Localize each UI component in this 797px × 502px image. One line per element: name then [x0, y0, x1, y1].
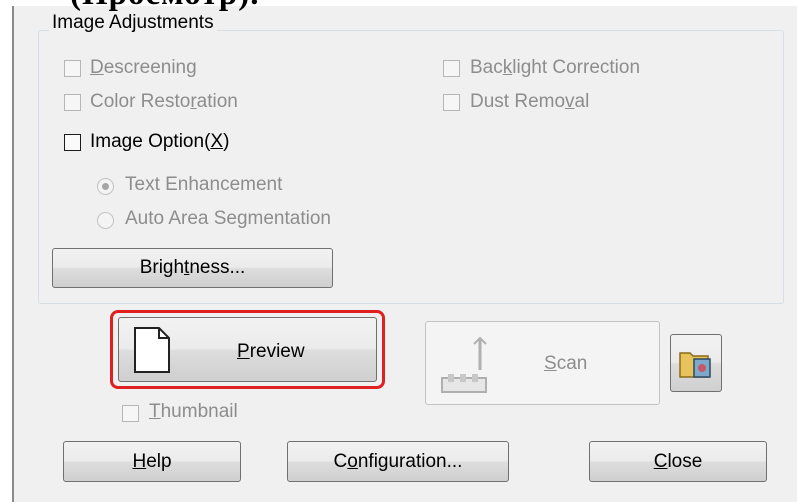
preview-button-label: Preview [237, 341, 305, 362]
group-title: Image Adjustments [49, 12, 217, 34]
descreening-checkbox[interactable] [64, 60, 81, 77]
text-enhancement-radio[interactable] [97, 178, 114, 195]
color-restoration-label: Color Restoration [90, 91, 238, 112]
close-button-label: Close [653, 450, 703, 472]
configuration-button[interactable]: Configuration... [287, 441, 509, 482]
auto-area-segmentation-label: Auto Area Segmentation [125, 208, 331, 229]
thumbnail-checkbox[interactable] [122, 405, 139, 422]
brightness-button[interactable]: Brightness... [52, 248, 333, 288]
help-button[interactable]: Help [63, 441, 241, 482]
folder-photo-icon [678, 345, 714, 381]
dust-removal-label: Dust Removal [470, 91, 590, 112]
backlight-correction-checkbox[interactable] [443, 60, 460, 77]
document-icon [133, 326, 171, 374]
image-option-checkbox[interactable] [64, 134, 81, 151]
close-button[interactable]: Close [589, 441, 767, 482]
descreening-label: Descreening [90, 57, 197, 78]
configuration-button-label: Configuration... [333, 450, 463, 472]
scan-button[interactable]: Scan [425, 321, 660, 405]
backlight-correction-label: Backlight Correction [470, 57, 641, 78]
folder-button[interactable] [670, 334, 722, 392]
preview-button[interactable]: Preview [118, 317, 377, 382]
help-button-label: Help [132, 450, 172, 472]
scan-icon [440, 330, 496, 396]
thumbnail-label: Thumbnail [149, 401, 238, 422]
scanner-dialog-window: (Просмотр). Image Adjustments Descreenin… [0, 0, 797, 502]
scan-button-label: Scan [544, 353, 588, 374]
image-option-label: Image Option(X) [90, 131, 230, 152]
color-restoration-checkbox[interactable] [64, 94, 81, 111]
auto-area-segmentation-radio[interactable] [97, 212, 114, 229]
dust-removal-checkbox[interactable] [443, 94, 460, 111]
radio-selected-dot [102, 183, 109, 190]
text-enhancement-label: Text Enhancement [125, 174, 283, 195]
brightness-button-label: Brightness... [139, 257, 246, 278]
